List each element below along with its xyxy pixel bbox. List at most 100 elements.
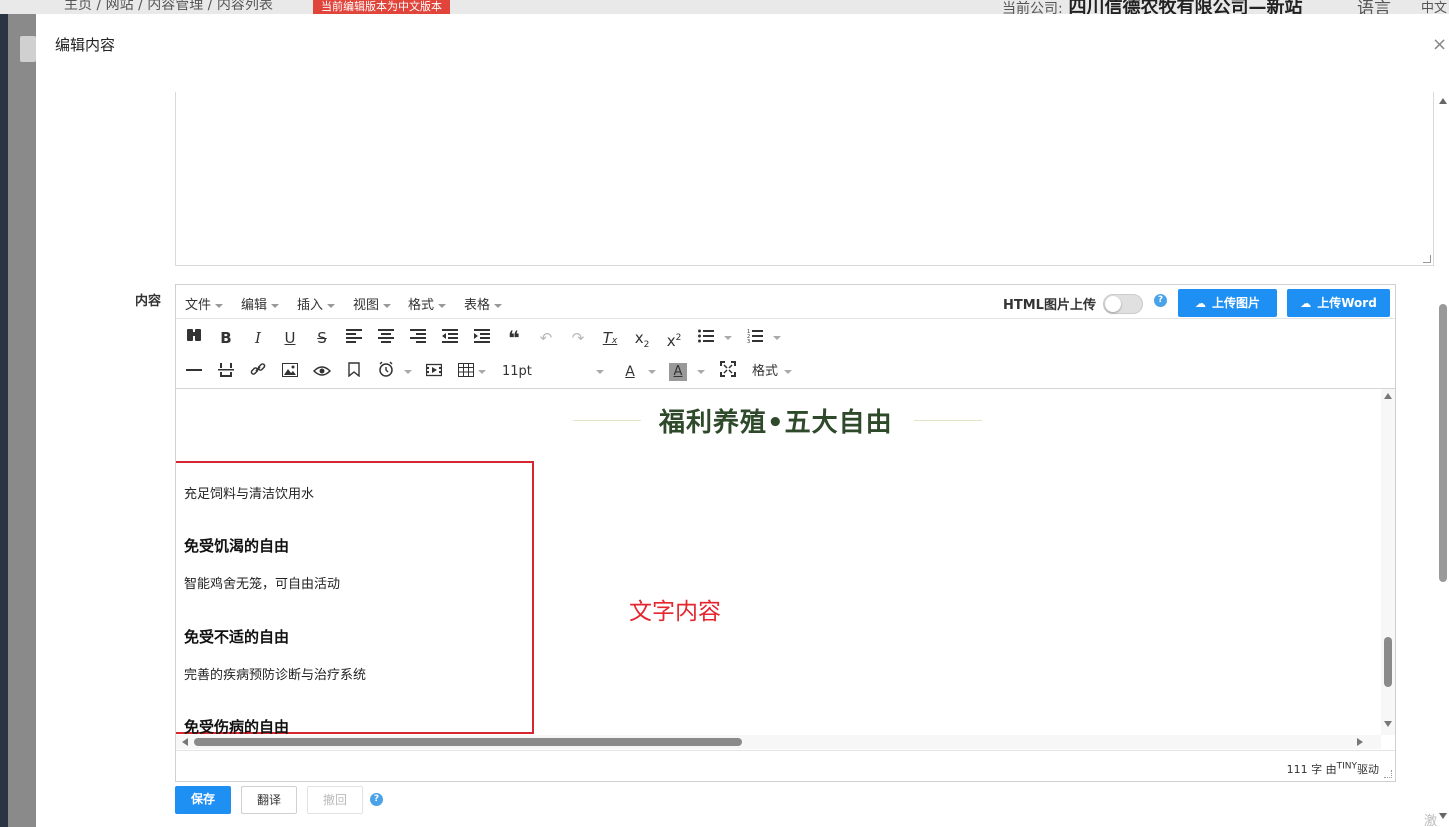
scroll-down-icon[interactable] [1384, 721, 1392, 727]
media-icon[interactable] [424, 361, 444, 383]
html-image-upload-label: HTML图片上传 [1003, 298, 1096, 313]
upload-image-label: 上传图片 [1211, 296, 1260, 310]
chevron-down-icon [327, 303, 336, 308]
horizontal-rule-icon[interactable] [184, 361, 204, 383]
content-line: 完善的疾病预防诊断与治疗系统 [184, 668, 367, 683]
content-vertical-scrollbar[interactable] [1381, 389, 1395, 735]
chevron-down-icon[interactable] [478, 370, 486, 374]
content-line-bold: 免受不适的自由 [184, 628, 290, 646]
scroll-thumb[interactable] [194, 738, 742, 746]
menu-edit[interactable]: 编辑 [241, 294, 280, 313]
font-size-select[interactable]: 11pt [502, 361, 592, 383]
chevron-down-icon[interactable] [648, 370, 656, 374]
menu-file[interactable]: 文件 [185, 294, 224, 313]
menu-format-label: 格式 [408, 298, 435, 313]
link-icon[interactable] [248, 361, 268, 383]
numbered-list-icon[interactable]: 123 [745, 327, 765, 349]
format-dropdown[interactable]: 格式 [752, 361, 788, 383]
chevron-down-icon [215, 303, 224, 308]
save-button[interactable]: 保存 [175, 786, 231, 814]
table-icon[interactable] [456, 361, 476, 383]
scroll-up-icon[interactable] [1439, 98, 1447, 104]
editor-statusbar: 111 字 由TINY驱动 [176, 750, 1395, 781]
breadcrumb: 主页 / 网站 / 内容管理 / 内容列表 [64, 0, 273, 13]
image-icon[interactable] [280, 361, 300, 383]
subscript-icon[interactable]: x2 [632, 327, 652, 350]
align-right-icon[interactable] [408, 327, 428, 349]
chevron-down-icon [438, 303, 447, 308]
align-left-icon[interactable] [344, 327, 364, 349]
clear-format-icon[interactable]: Tx [600, 327, 620, 349]
fullscreen-icon[interactable] [718, 361, 738, 383]
preview-icon[interactable] [312, 361, 332, 383]
superscript-icon[interactable]: x2 [664, 327, 684, 350]
toolbar-row-1: B I U S ❝ ↶ ↷ Tx x2 x2 1 2 3 [176, 321, 1395, 355]
resize-handle[interactable] [1423, 255, 1431, 263]
chevron-down-icon[interactable] [784, 370, 792, 374]
modal-scrollbar[interactable] [1437, 92, 1449, 827]
content-label: 内容 [135, 294, 162, 309]
scroll-thumb[interactable] [1384, 637, 1392, 687]
italic-icon[interactable]: I [248, 327, 268, 349]
menu-view[interactable]: 视图 [353, 294, 392, 313]
menu-insert-label: 插入 [297, 298, 324, 313]
strikethrough-icon[interactable]: S [312, 327, 332, 349]
chevron-down-icon[interactable] [596, 370, 604, 374]
menu-insert[interactable]: 插入 [297, 294, 336, 313]
scroll-left-icon[interactable] [182, 738, 188, 746]
menu-format[interactable]: 格式 [408, 294, 447, 313]
chevron-down-icon[interactable] [404, 370, 412, 374]
bookmark-icon[interactable] [344, 361, 364, 383]
undo-button[interactable]: 撤回 [307, 786, 363, 814]
background-tab [20, 36, 36, 62]
toggle-knob [1105, 296, 1121, 312]
bullet-list-icon[interactable] [696, 327, 716, 349]
bold-icon[interactable]: B [216, 327, 236, 349]
modal-title: 编辑内容 [55, 36, 116, 54]
content-line: 充足饲料与清洁饮用水 [184, 487, 315, 502]
annotation-label: 文字内容 [629, 599, 721, 625]
content-heading: 福利养殖•五大自由 [659, 408, 893, 438]
background-color-icon[interactable]: A [669, 363, 687, 381]
redo-icon[interactable]: ↷ [568, 327, 588, 349]
upload-image-button[interactable]: ☁ 上传图片 [1178, 289, 1277, 317]
upload-word-label: 上传Word [1317, 296, 1377, 310]
datetime-icon[interactable] [376, 361, 396, 383]
help-icon[interactable]: ? [1154, 294, 1167, 307]
svg-text:3: 3 [747, 339, 750, 343]
chevron-down-icon[interactable] [773, 336, 781, 340]
find-icon[interactable] [184, 327, 204, 349]
outdent-icon[interactable] [440, 327, 460, 349]
company-label: 当前公司: [1002, 1, 1063, 14]
content-horizontal-scrollbar[interactable] [176, 735, 1381, 749]
menu-table[interactable]: 表格 [464, 294, 503, 313]
undo-icon[interactable]: ↶ [536, 327, 556, 349]
menu-edit-label: 编辑 [241, 298, 268, 313]
background-sidebar [0, 14, 36, 827]
upload-word-button[interactable]: ☁ 上传Word [1287, 289, 1390, 317]
align-center-icon[interactable] [376, 327, 396, 349]
font-color-icon[interactable]: A [620, 361, 640, 383]
blockquote-icon[interactable]: ❝ [504, 327, 524, 349]
underline-icon[interactable]: U [280, 327, 300, 349]
content-line-bold: 免受饥渴的自由 [184, 537, 290, 555]
page-break-icon[interactable] [216, 361, 236, 383]
html-image-upload-toggle[interactable] [1103, 294, 1143, 314]
indent-icon[interactable] [472, 327, 492, 349]
language-label: 语言 [1357, 0, 1391, 14]
scroll-right-icon[interactable] [1357, 738, 1363, 746]
close-icon[interactable]: × [1432, 34, 1447, 55]
watermark: 激活 [1424, 814, 1438, 827]
scroll-up-icon[interactable] [1384, 393, 1392, 399]
cloud-upload-icon: ☁ [1300, 297, 1312, 310]
scroll-thumb[interactable] [1439, 304, 1447, 582]
editor-content-area[interactable]: 福利养殖•五大自由 充足饲料与清洁饮用水 免受饥渴的自由 智能鸡舍无笼，可自由活… [176, 389, 1395, 749]
help-icon[interactable]: ? [370, 793, 383, 806]
translate-button[interactable]: 翻译 [241, 786, 297, 814]
editor-resize-handle[interactable] [1384, 770, 1392, 778]
summary-textarea[interactable] [175, 92, 1434, 266]
company-name: 四川信德农牧有限公司—新站 [1068, 0, 1303, 14]
chevron-down-icon[interactable] [697, 370, 705, 374]
company-info: 当前公司: 四川信德农牧有限公司—新站 [1002, 0, 1302, 14]
chevron-down-icon[interactable] [724, 336, 732, 340]
